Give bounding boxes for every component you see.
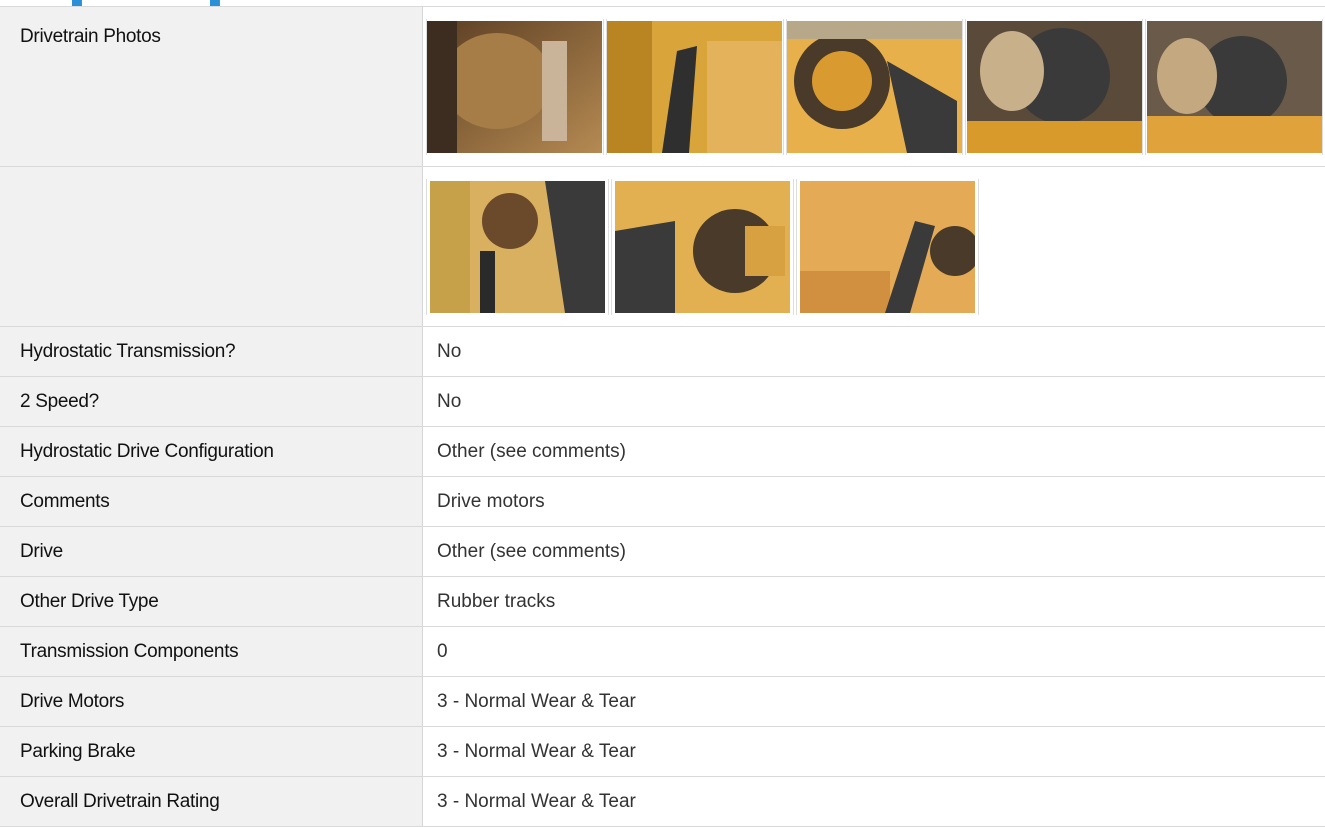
spec-value: 3 - Normal Wear & Tear: [423, 777, 1325, 827]
photos-label-empty: [0, 167, 423, 327]
spec-row: Other Drive Type Rubber tracks: [0, 577, 1325, 627]
spec-label: Overall Drivetrain Rating: [0, 777, 423, 827]
spec-label: Transmission Components: [0, 627, 423, 677]
photo-thumbnail[interactable]: [796, 179, 979, 315]
spec-row: Drive Motors 3 - Normal Wear & Tear: [0, 677, 1325, 727]
spec-value: Drive motors: [423, 477, 1325, 527]
photo-row-2: [0, 167, 1325, 327]
spec-row: Transmission Components 0: [0, 627, 1325, 677]
photo-thumbnail[interactable]: [426, 179, 609, 315]
sprocket-motor-photo-5-icon: [1147, 21, 1322, 153]
spec-value: 3 - Normal Wear & Tear: [423, 677, 1325, 727]
spec-row: Parking Brake 3 - Normal Wear & Tear: [0, 727, 1325, 777]
photo-thumbnail[interactable]: [606, 19, 784, 155]
spec-value: No: [423, 377, 1325, 427]
photo-thumbnail[interactable]: [611, 179, 794, 315]
photo-thumbnail[interactable]: [1145, 19, 1323, 155]
drivetrain-spec-table: Drivetrain Photos: [0, 6, 1325, 827]
spec-value: No: [423, 327, 1325, 377]
spec-row: Drive Other (see comments): [0, 527, 1325, 577]
spec-value: Other (see comments): [423, 527, 1325, 577]
spec-row: Hydrostatic Transmission? No: [0, 327, 1325, 377]
track-hub-photo-1-icon: [427, 21, 602, 153]
spec-value: 0: [423, 627, 1325, 677]
spec-label: Drive Motors: [0, 677, 423, 727]
sprocket-photo-3-icon: [787, 21, 962, 153]
spec-label: Drive: [0, 527, 423, 577]
photo-thumbnail[interactable]: [786, 19, 964, 155]
spec-label: Comments: [0, 477, 423, 527]
spec-row: 2 Speed? No: [0, 377, 1325, 427]
spec-value: Other (see comments): [423, 427, 1325, 477]
photo-row-1: Drivetrain Photos: [0, 7, 1325, 167]
spec-label: 2 Speed?: [0, 377, 423, 427]
spec-value: 3 - Normal Wear & Tear: [423, 727, 1325, 777]
spec-row: Hydrostatic Drive Configuration Other (s…: [0, 427, 1325, 477]
sprocket-photo-7-icon: [615, 181, 790, 313]
photos-label: Drivetrain Photos: [0, 7, 423, 167]
spec-value: Rubber tracks: [423, 577, 1325, 627]
spec-label: Parking Brake: [0, 727, 423, 777]
photo-gallery-row-2: [423, 167, 1325, 327]
sprocket-motor-photo-4-icon: [967, 21, 1142, 153]
spec-row: Overall Drivetrain Rating 3 - Normal Wea…: [0, 777, 1325, 827]
photo-thumbnail[interactable]: [965, 19, 1143, 155]
spec-label: Other Drive Type: [0, 577, 423, 627]
drive-motor-photo-6-icon: [430, 181, 605, 313]
spec-label: Hydrostatic Drive Configuration: [0, 427, 423, 477]
hydraulic-hose-photo-2-icon: [607, 21, 782, 153]
photo-thumbnail[interactable]: [426, 19, 604, 155]
photo-gallery-row-1: [423, 7, 1325, 167]
frame-photo-8-icon: [800, 181, 975, 313]
spec-row: Comments Drive motors: [0, 477, 1325, 527]
spec-label: Hydrostatic Transmission?: [0, 327, 423, 377]
